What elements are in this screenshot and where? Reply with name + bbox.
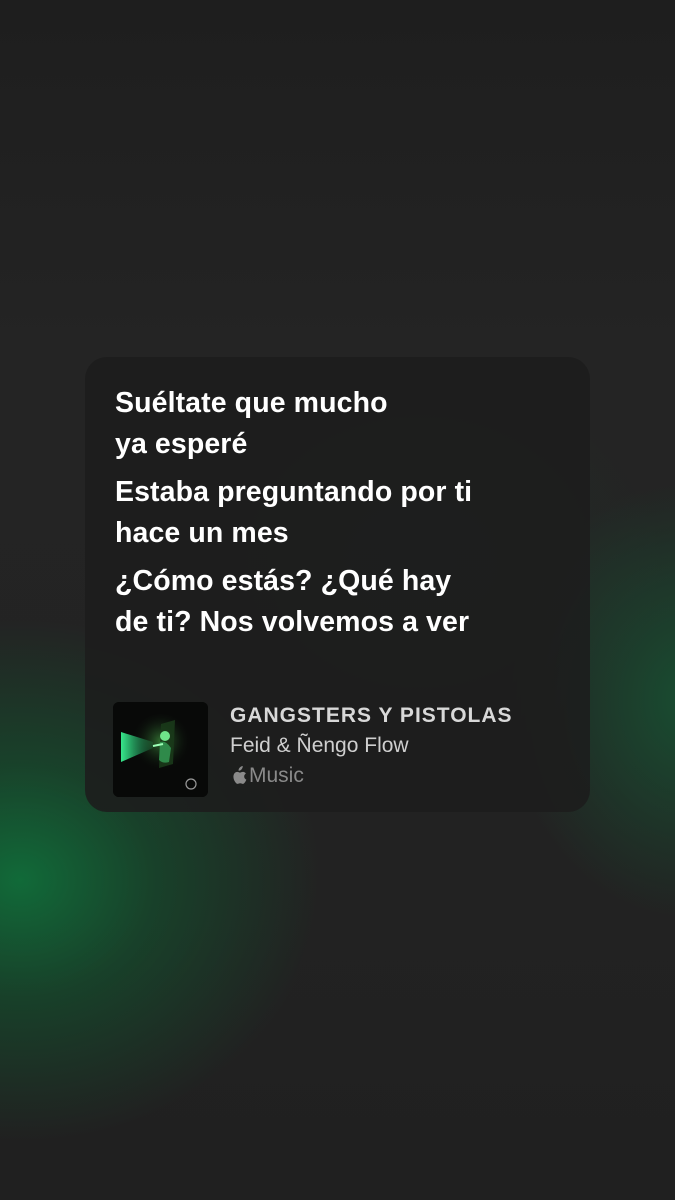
lyric-text: ¿Cómo estás? ¿Qué hay [115, 565, 452, 597]
album-artwork-graphic [113, 702, 208, 797]
track-info-row[interactable]: GANGSTERS Y PISTOLAS Feid & Ñengo Flow M… [113, 702, 513, 797]
lyric-text: de ti? Nos volvemos a ver [115, 606, 470, 638]
lyric-text: Suéltate que mucho [115, 387, 388, 419]
lyric-text: hace un mes [115, 517, 289, 549]
track-artist: Feid & Ñengo Flow [230, 734, 409, 757]
lyric-line: Suéltate que mucho ya esperé [115, 383, 562, 465]
album-artwork[interactable] [113, 702, 208, 797]
lyric-text: Estaba preguntando por ti [115, 476, 473, 508]
service-label: Music [230, 761, 513, 791]
track-title: GANGSTERS Y PISTOLAS [230, 704, 513, 727]
lyric-text: ya esperé [115, 428, 248, 460]
lyric-line: Estaba preguntando por ti hace un mes [115, 472, 562, 554]
lyrics-card[interactable]: Suéltate que mucho ya esperé Estaba preg… [85, 357, 590, 812]
apple-logo-icon [233, 766, 247, 784]
track-meta: GANGSTERS Y PISTOLAS Feid & Ñengo Flow M… [230, 702, 513, 791]
lyric-line: ¿Cómo estás? ¿Qué hay de ti? Nos volvemo… [115, 561, 562, 643]
service-name: Music [249, 764, 304, 787]
